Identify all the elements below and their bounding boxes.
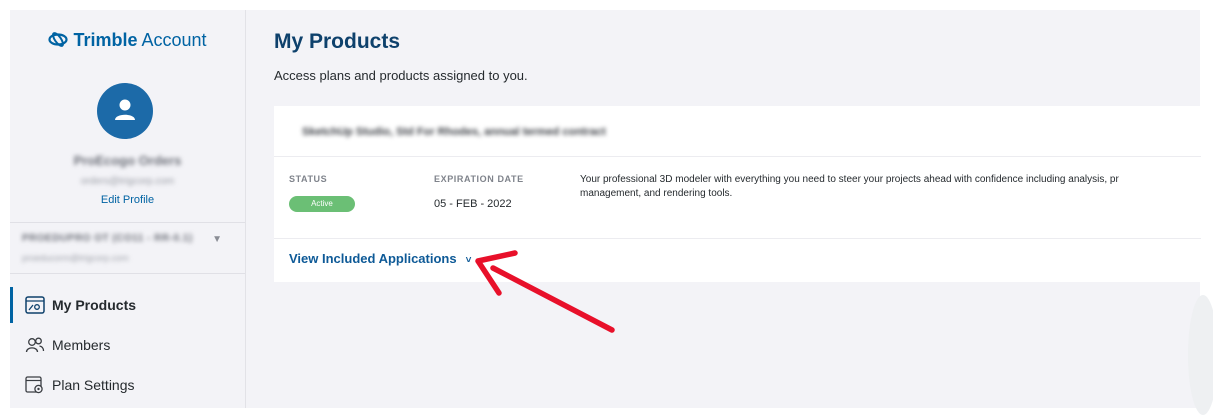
sidebar-item-label: Members	[52, 337, 111, 353]
brand-suffix: Account	[141, 30, 207, 50]
view-included-applications-link[interactable]: View Included Applications ˅	[289, 251, 471, 266]
description-line: management, and rendering tools.	[580, 188, 733, 199]
background-shape	[1188, 295, 1213, 415]
sidebar-item-members[interactable]: Members	[10, 327, 245, 363]
sidebar-item-label: My Products	[52, 297, 137, 313]
product-card: SketchUp Studio, Std For Rhodes, annual …	[274, 106, 1201, 282]
sidebar: Trimble Account ProEcogo Orders orders@t…	[10, 10, 245, 408]
product-title: SketchUp Studio, Std For Rhodes, annual …	[302, 126, 606, 138]
status-badge: Active	[289, 196, 355, 212]
plan-settings-icon	[25, 376, 43, 394]
members-icon	[25, 337, 45, 353]
chevron-down-icon: ▼	[212, 234, 222, 245]
divider	[274, 238, 1201, 239]
sidebar-item-my-products[interactable]: My Products	[10, 287, 245, 323]
divider	[10, 222, 245, 223]
main-content: My Products Access plans and products as…	[245, 10, 1201, 408]
products-icon	[25, 296, 45, 314]
account-switcher[interactable]: PROEDUPRO OT (CO11 - RR-0.1) ▼ proeducor…	[22, 233, 232, 263]
description-line: Your professional 3D modeler with everyt…	[580, 174, 1119, 185]
user-icon	[115, 99, 135, 120]
account-email: proeducorm@trigcorp.com	[22, 253, 129, 263]
product-description: Your professional 3D modeler with everyt…	[580, 173, 1201, 201]
brand-name: Trimble	[73, 30, 138, 50]
divider	[10, 273, 245, 274]
trimble-globe-icon	[48, 32, 69, 47]
expiration-label: EXPIRATION DATE	[434, 174, 524, 184]
sidebar-item-label: Plan Settings	[52, 377, 135, 393]
sidebar-item-plan-settings[interactable]: Plan Settings	[10, 367, 245, 403]
expiration-date: 05 - FEB - 2022	[434, 198, 512, 210]
page-subtitle: Access plans and products assigned to yo…	[274, 68, 528, 83]
edit-profile-link[interactable]: Edit Profile	[10, 194, 245, 206]
account-name: PROEDUPRO OT (CO11 - RR-0.1)	[22, 233, 193, 244]
view-link-label: View Included Applications	[289, 251, 457, 266]
avatar[interactable]	[97, 83, 153, 139]
user-email: orders@trigcorp.com	[80, 176, 175, 187]
page-title: My Products	[274, 30, 401, 53]
annotation-arrow-icon	[475, 250, 615, 333]
divider	[274, 156, 1201, 157]
user-name: ProEcogo Orders	[73, 153, 182, 168]
status-label: STATUS	[289, 174, 328, 184]
brand-logo[interactable]: Trimble Account	[10, 30, 245, 51]
